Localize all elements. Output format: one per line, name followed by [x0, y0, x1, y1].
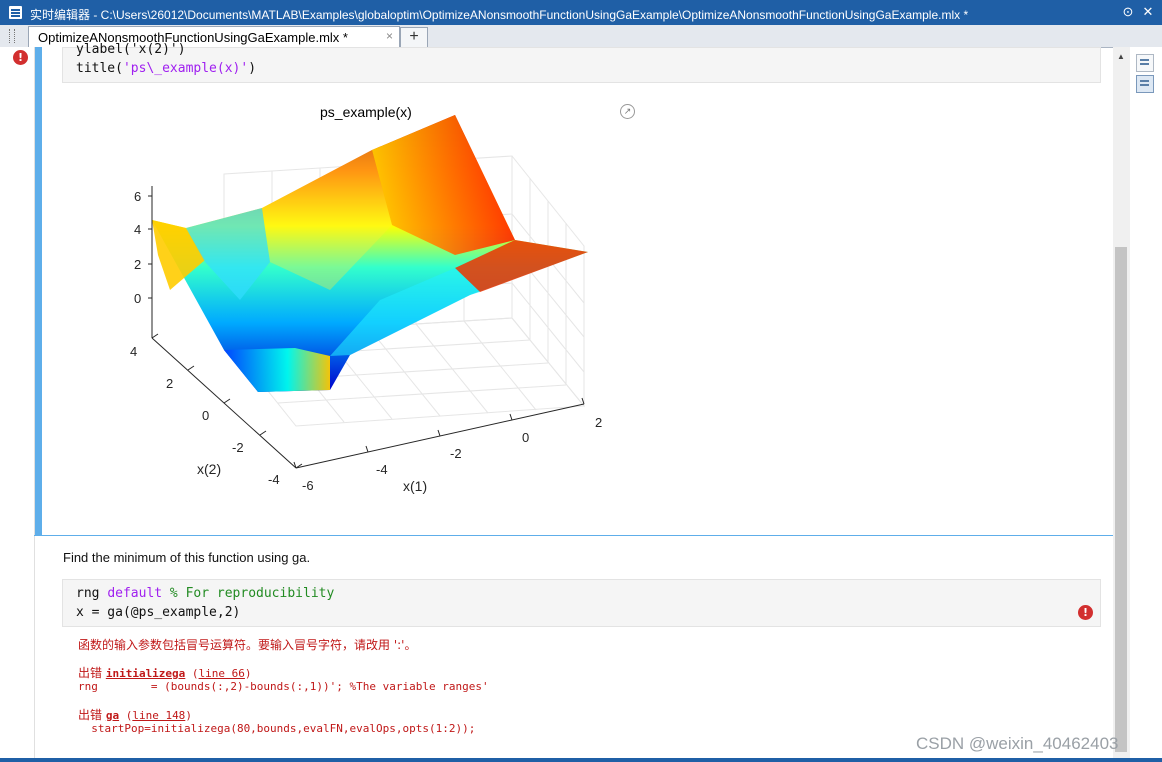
output-right-icon[interactable]	[1136, 54, 1154, 72]
y-tick: 2	[166, 376, 173, 391]
x-tick: -4	[376, 462, 388, 477]
error-message: 函数的输入参数包括冒号运算符。要输入冒号字符，请改用 ':'。	[78, 638, 417, 652]
code-block-main[interactable]: rng default % For reproducibility x = ga…	[62, 579, 1101, 627]
y-tick: 0	[202, 408, 209, 423]
output-inline-icon[interactable]	[1136, 75, 1154, 93]
error-icon[interactable]: !	[1078, 605, 1093, 620]
error-function-link[interactable]: initializega	[106, 667, 185, 680]
y-tick: -2	[232, 440, 244, 455]
code-line: rng default % For reproducibility	[76, 586, 335, 601]
x-tick: 0	[522, 430, 529, 445]
error-trace-line: 出错 ga (line 148)	[78, 708, 192, 722]
x-tick: 2	[595, 415, 602, 430]
error-code-line: rng = (bounds(:,2)-bounds(:,1))'; %The v…	[78, 680, 489, 693]
error-code-line: startPop=initializega(80,bounds,evalFN,e…	[78, 722, 476, 735]
error-line-link[interactable]: line 66	[199, 667, 245, 680]
x-axis-label: x(1)	[403, 478, 427, 494]
scroll-up-icon[interactable]: ▲	[1117, 52, 1125, 61]
x-tick: -2	[450, 446, 462, 461]
z-tick: 2	[134, 257, 141, 272]
z-tick: 0	[134, 291, 141, 306]
error-function-link[interactable]: ga	[106, 709, 119, 722]
watermark: CSDN @weixin_40462403	[916, 734, 1119, 753]
window-bottom-border	[0, 758, 1162, 762]
y-axis-label: x(2)	[197, 461, 221, 477]
code-line: x = ga(@ps_example,2)	[76, 605, 241, 620]
y-tick: 4	[130, 344, 137, 359]
section-divider	[34, 535, 1113, 536]
vertical-scrollbar[interactable]: ▲	[1113, 47, 1130, 762]
prose-text[interactable]: Find the minimum of this function using …	[63, 550, 310, 565]
z-tick: 4	[134, 222, 141, 237]
scrollbar-thumb[interactable]	[1115, 247, 1127, 752]
y-tick: -4	[268, 472, 280, 487]
x-tick: -6	[302, 478, 314, 493]
error-trace-line: 出错 initializega (line 66)	[78, 666, 252, 680]
error-line-link[interactable]: line 148	[132, 709, 185, 722]
z-tick: 6	[134, 189, 141, 204]
